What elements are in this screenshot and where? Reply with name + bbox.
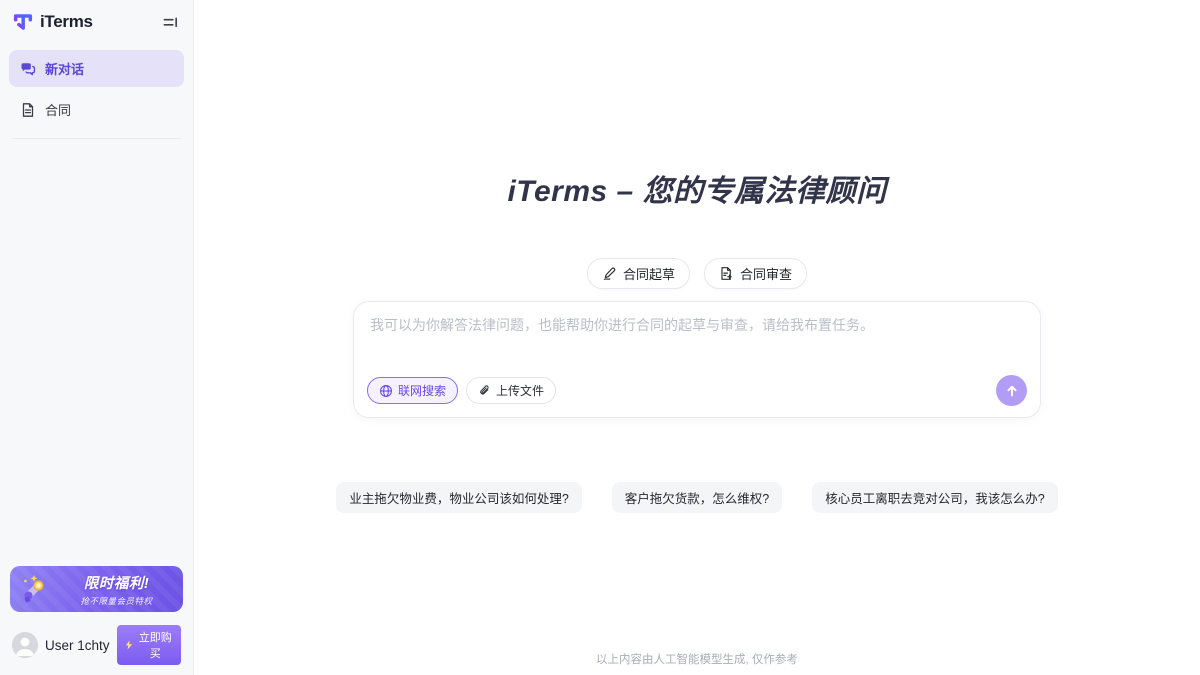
contract-review-button[interactable]: 合同审查 — [704, 258, 807, 289]
suggestion-chips: 业主拖欠物业费，物业公司该如何处理? 客户拖欠货款，怎么维权? 核心员工离职去竞… — [247, 482, 1147, 513]
send-button[interactable] — [996, 375, 1027, 406]
lightning-icon — [124, 640, 134, 650]
iterms-logo-icon — [12, 11, 34, 33]
arrow-up-icon — [1004, 383, 1020, 399]
globe-icon — [379, 384, 393, 398]
app-window: iTerms — [0, 0, 1200, 675]
buy-now-button[interactable]: 立即购买 — [117, 625, 181, 665]
promo-subtitle: 抢不限量会员特权 — [58, 595, 175, 607]
logo-row: iTerms — [0, 0, 193, 42]
avatar[interactable] — [12, 632, 38, 658]
document-icon — [20, 102, 36, 118]
sidebar: iTerms — [0, 0, 194, 675]
quick-actions: 合同起草 合同审查 — [587, 258, 807, 289]
page-title: iTerms – 您的专属法律顾问 — [507, 166, 886, 210]
web-search-toggle[interactable]: 联网搜索 — [367, 377, 458, 404]
message-input[interactable] — [370, 315, 1024, 367]
promo-text: 限时福利! 抢不限量会员特权 — [58, 572, 175, 607]
composer-toolbar: 联网搜索 上传文件 — [367, 375, 1027, 406]
sidebar-item-label: 新对话 — [45, 59, 84, 78]
username: User 1chty — [45, 638, 110, 653]
document-plus-icon — [719, 266, 734, 281]
suggestion-chip[interactable]: 业主拖欠物业费，物业公司该如何处理? — [336, 482, 581, 513]
sidebar-item-contracts[interactable]: 合同 — [9, 91, 184, 128]
contract-review-label: 合同审查 — [740, 264, 792, 283]
sidebar-divider — [12, 138, 181, 139]
paperclip-icon — [478, 384, 491, 397]
sidebar-nav: 新对话 合同 — [0, 42, 193, 128]
contract-draft-label: 合同起草 — [623, 264, 675, 283]
sidebar-item-label: 合同 — [45, 100, 71, 119]
user-row: User 1chty 立即购买 — [10, 625, 183, 665]
contract-draft-button[interactable]: 合同起草 — [587, 258, 690, 289]
buy-now-label: 立即购买 — [137, 629, 174, 661]
pen-icon — [602, 266, 617, 281]
hero: iTerms – 您的专属法律顾问 合同起草 — [353, 0, 1041, 513]
suggestion-chip[interactable]: 核心员工离职去竞对公司，我该怎么办? — [812, 482, 1057, 513]
logo-text: iTerms — [40, 12, 93, 32]
main-panel: iTerms – 您的专属法律顾问 合同起草 — [194, 0, 1200, 675]
web-search-label: 联网搜索 — [398, 382, 446, 399]
upload-file-button[interactable]: 上传文件 — [466, 377, 556, 404]
sidebar-item-new-chat[interactable]: 新对话 — [9, 50, 184, 87]
chat-icon — [20, 61, 36, 77]
app-logo: iTerms — [12, 11, 93, 33]
sidebar-bottom: 限时福利! 抢不限量会员特权 User 1chty — [0, 556, 193, 675]
upload-file-label: 上传文件 — [496, 382, 544, 399]
promo-title: 限时福利! — [58, 572, 175, 593]
suggestion-chip[interactable]: 客户拖欠货款，怎么维权? — [612, 482, 782, 513]
sidebar-top: iTerms — [0, 0, 193, 139]
sidebar-collapse-icon[interactable] — [160, 12, 181, 33]
ai-disclaimer: 以上内容由人工智能模型生成, 仅作参考 — [194, 651, 1200, 667]
promo-banner[interactable]: 限时福利! 抢不限量会员特权 — [10, 566, 183, 612]
megaphone-icon — [18, 572, 52, 606]
composer: 联网搜索 上传文件 — [353, 301, 1041, 418]
